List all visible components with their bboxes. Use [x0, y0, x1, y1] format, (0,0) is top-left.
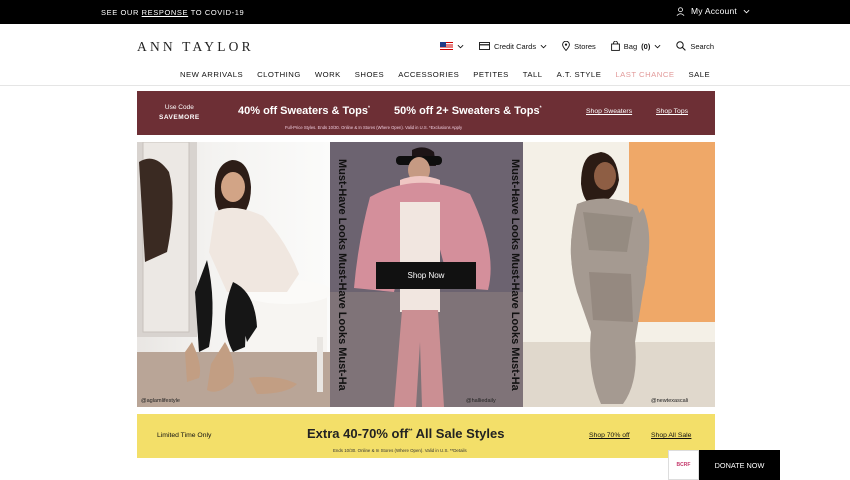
brand-logo[interactable]: ANN TAYLOR	[137, 39, 254, 55]
main-navigation: NEW ARRIVALS CLOTHING WORK SHOES ACCESSO…	[180, 70, 724, 79]
photo-credit-handle-3: @newtexascali	[651, 398, 689, 404]
my-account-button[interactable]: My Account	[676, 6, 750, 16]
promo-fine-print: Full-Price Styles. Ends 10/30. Online & …	[285, 125, 463, 130]
covid-notice[interactable]: SEE OUR RESPONSE TO COVID-19	[101, 8, 244, 17]
country-selector[interactable]	[440, 42, 464, 50]
nav-new-arrivals[interactable]: NEW ARRIVALS	[180, 70, 243, 79]
hero-banner[interactable]: @aglamlifestyle Must-Have Looks Must-Hav…	[137, 142, 715, 407]
nav-shoes[interactable]: SHOES	[355, 70, 384, 79]
shop-sweaters-link[interactable]: Shop Sweaters	[586, 108, 632, 115]
chevron-down-icon	[457, 44, 464, 48]
covid-response-link[interactable]: RESPONSE	[142, 8, 188, 17]
shop-70-off-link[interactable]: Shop 70% off	[589, 432, 630, 439]
user-icon	[676, 6, 685, 16]
site-header: ANN TAYLOR Credit Cards Stores Bag (0) S…	[0, 24, 850, 86]
nav-petites[interactable]: PETITES	[473, 70, 509, 79]
nav-clothing[interactable]: CLOTHING	[257, 70, 301, 79]
photo-credit-handle-1: @aglamlifestyle	[141, 398, 180, 404]
use-code-label: Use Code	[164, 104, 194, 111]
credit-card-icon	[479, 42, 490, 50]
search-button[interactable]: Search	[676, 41, 714, 51]
chevron-down-icon	[540, 44, 547, 48]
nav-work[interactable]: WORK	[315, 70, 341, 79]
shop-all-sale-link[interactable]: Shop All Sale	[651, 432, 691, 439]
sale-headline-text: Extra 40-70% off	[307, 426, 409, 441]
shopping-bag-icon	[610, 41, 620, 51]
sale-promo-banner: Limited Time Only Extra 40-70% off** All…	[137, 414, 715, 458]
hero-photo-left: @aglamlifestyle	[137, 142, 330, 407]
covid-suffix: TO COVID-19	[188, 8, 245, 17]
nav-accessories[interactable]: ACCESSORIES	[398, 70, 459, 79]
stores-link[interactable]: Stores	[562, 41, 596, 51]
shop-now-button[interactable]: Shop Now	[376, 262, 476, 289]
donate-now-button[interactable]: DONATE NOW	[699, 450, 780, 480]
sweaters-promo-banner: Use Code SAVEMORE 40% off Sweaters & Top…	[137, 91, 715, 135]
header-utilities: Credit Cards Stores Bag (0) Search	[440, 41, 729, 51]
bcrf-logo: BCRF	[668, 450, 699, 480]
nav-tall[interactable]: TALL	[523, 70, 543, 79]
offer2-text: 50% off 2+ Sweaters & Tops	[394, 105, 540, 117]
top-banner: SEE OUR RESPONSE TO COVID-19 My Account	[0, 0, 850, 24]
offer2-star: *	[539, 105, 542, 112]
must-have-looks-text-right: Must-Have Looks Must-Have Looks Must-Ha	[509, 158, 521, 391]
sale-headline: Extra 40-70% off** All Sale Styles	[307, 426, 504, 441]
offer1-star: *	[368, 105, 370, 112]
search-icon	[676, 41, 687, 51]
nav-sale[interactable]: SALE	[689, 70, 711, 79]
nav-last-chance[interactable]: LAST CHANCE	[615, 70, 674, 79]
covid-prefix: SEE OUR	[101, 8, 142, 17]
model-seated-illustration	[137, 142, 330, 407]
stores-label: Stores	[574, 41, 596, 51]
promo-code: SAVEMORE	[159, 114, 200, 121]
sale-fine-print: Ends 10/30. Online & In Stores (Where Op…	[333, 448, 467, 453]
hero-photo-right: @newtexascali	[523, 142, 715, 407]
my-account-label: My Account	[691, 6, 737, 16]
chevron-down-icon	[654, 44, 661, 48]
credit-cards-menu[interactable]: Credit Cards	[479, 42, 547, 51]
donate-widget[interactable]: BCRF DONATE NOW	[668, 450, 780, 480]
search-label: Search	[690, 41, 715, 51]
bag-count: (0)	[641, 41, 651, 51]
limited-time-label: Limited Time Only	[157, 432, 212, 439]
bag-menu[interactable]: Bag (0)	[610, 41, 662, 51]
photo-credit-handle-2: @halliedaily	[466, 398, 496, 404]
shop-tops-link[interactable]: Shop Tops	[656, 108, 688, 115]
promo-code-block: Use Code SAVEMORE	[159, 103, 200, 123]
bag-label: Bag	[623, 41, 638, 51]
must-have-looks-text-left: Must-Have Looks Must-Have Looks Must-Ha	[336, 158, 348, 391]
offer-2plus-sweaters-tops: 50% off 2+ Sweaters & Tops*	[394, 105, 542, 117]
location-pin-icon	[562, 41, 570, 51]
sale-headline-tail: All Sale Styles	[412, 426, 505, 441]
offer-sweaters-tops: 40% off Sweaters & Tops*	[238, 105, 370, 117]
credit-cards-label: Credit Cards	[494, 41, 537, 51]
nav-at-style[interactable]: A.T. STYLE	[557, 70, 602, 79]
us-flag-icon	[440, 42, 453, 50]
offer1-text: 40% off Sweaters & Tops	[238, 105, 368, 117]
chevron-down-icon	[743, 9, 750, 13]
model-snakeskin-illustration	[523, 142, 715, 407]
